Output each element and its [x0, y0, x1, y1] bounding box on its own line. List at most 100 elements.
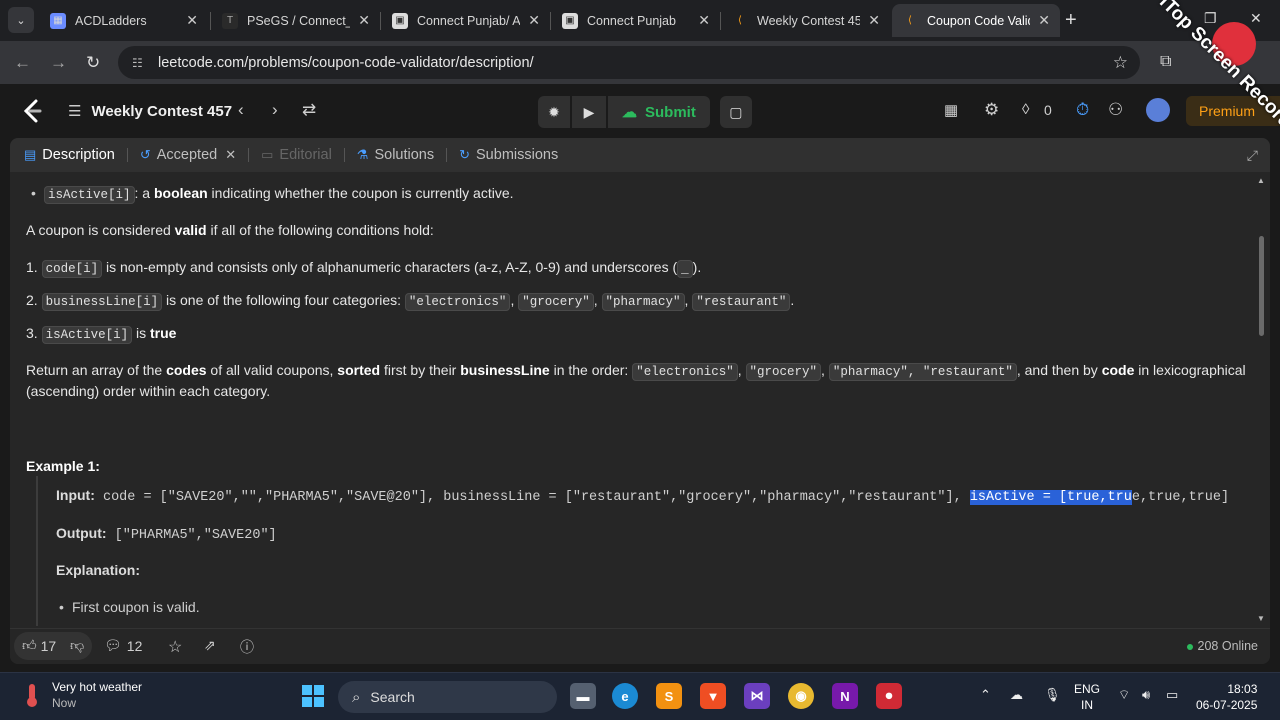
url-text[interactable]: leetcode.com/problems/coupon-code-valida… — [158, 55, 534, 71]
list-number: 1. — [26, 259, 38, 275]
text: : a — [134, 185, 154, 201]
comments-button[interactable]: 💬︎ 12 — [104, 637, 142, 654]
document-icon: ▤ — [24, 147, 37, 162]
submit-button[interactable]: ☁ Submit — [608, 96, 710, 128]
onenote-icon[interactable]: N — [832, 683, 858, 709]
inline-code: "electronics" — [404, 293, 511, 311]
tab-description[interactable]: ▤ Description — [10, 138, 123, 172]
text: in the order: — [549, 362, 633, 378]
site-icon: ▣ — [562, 12, 578, 29]
next-problem-icon[interactable]: › — [272, 100, 278, 120]
paragraph: Return an array of the codes of all vali… — [26, 362, 1246, 381]
bold-text: true — [149, 325, 177, 341]
onedrive-cloud-icon[interactable]: ☁ — [1010, 687, 1023, 703]
tab-solutions[interactable]: ⚗ Solutions — [349, 138, 442, 172]
tab-editorial[interactable]: ▭ Editorial — [253, 138, 340, 172]
tab-submissions[interactable]: ↻ Submissions — [451, 138, 566, 172]
help-icon[interactable]: ⓘ — [240, 637, 254, 657]
scroll-up-icon[interactable]: ▲ — [1257, 176, 1265, 185]
restore-window-icon[interactable]: ❐ — [1204, 10, 1217, 27]
forward-icon[interactable]: → — [50, 53, 67, 73]
condition-item: 3. isActive[i] is true — [26, 325, 177, 344]
close-tab-icon[interactable]: ✕ — [528, 12, 540, 29]
browser-tab-active[interactable]: ⟨ Coupon Code Valid ✕ — [892, 4, 1060, 37]
windows-start-icon[interactable] — [300, 683, 326, 709]
scrollbar-thumb[interactable] — [1259, 236, 1264, 336]
like-button[interactable]: 👍︎ 17 — [22, 637, 56, 654]
edge-icon[interactable]: e — [612, 683, 638, 709]
browser-tab[interactable]: ▣ Connect Punjab/ A ✕ — [382, 4, 550, 37]
problem-list-link[interactable]: ☰ Weekly Contest 457 — [68, 102, 232, 121]
back-icon[interactable]: ← — [14, 53, 31, 73]
screen-recorder-icon[interactable]: ⏺ — [876, 683, 902, 709]
site-icon: ▣ — [392, 12, 408, 29]
browser-tab[interactable]: T PSeGS / Connect_I ✕ — [212, 4, 380, 37]
taskbar-search[interactable]: ⌕ Search — [338, 681, 557, 713]
tab-search-button[interactable]: ⌄ — [8, 7, 34, 33]
region-code: IN — [1081, 698, 1093, 712]
text: , and then by — [1016, 362, 1102, 378]
leetcode-logo-icon[interactable] — [22, 99, 44, 123]
brave-icon[interactable]: ▼ — [700, 683, 726, 709]
scroll-down-icon[interactable]: ▼ — [1257, 614, 1265, 623]
microphone-icon[interactable]: 🎙︎ — [1044, 687, 1061, 703]
list-number: 3. — [26, 325, 38, 341]
inline-code: "grocery" — [518, 293, 594, 311]
close-tab-icon[interactable]: ✕ — [698, 12, 710, 29]
wifi-icon[interactable]: ⌔ — [1118, 687, 1130, 703]
calendar-icon: ▦ — [50, 12, 66, 29]
tab-title: PSeGS / Connect_I — [247, 13, 351, 28]
sublime-text-icon[interactable]: S — [656, 683, 682, 709]
favorite-star-icon[interactable]: ☆ — [168, 637, 182, 657]
volume-icon[interactable]: 🔊︎ — [1142, 687, 1150, 703]
url-bar[interactable]: ☷ leetcode.com/problems/coupon-code-vali… — [118, 46, 1140, 79]
close-window-icon[interactable]: ✕ — [1250, 10, 1262, 27]
reload-icon[interactable]: ↻ — [86, 53, 100, 73]
notes-icon[interactable]: ▢ — [719, 96, 752, 128]
panel-tabs: ▤ Description ↺ Accepted ✕ ▭ Editorial ⚗… — [10, 138, 1270, 172]
comment-icon: 💬︎ — [104, 637, 122, 653]
browser-tab[interactable]: ▣ Connect Punjab ✕ — [552, 4, 720, 37]
close-tab-icon[interactable]: ✕ — [186, 12, 198, 29]
prev-problem-icon[interactable]: ‹ — [238, 100, 244, 120]
battery-icon[interactable]: ▭ — [1166, 687, 1178, 703]
visual-studio-icon[interactable]: ⋈ — [744, 683, 770, 709]
expand-panel-icon[interactable]: ⤢ — [1247, 147, 1258, 164]
tab-separator — [720, 12, 721, 30]
condition-item: 2. businessLine[i] is one of the followi… — [26, 292, 795, 311]
settings-gear-icon[interactable]: ⚙ — [984, 100, 999, 120]
browser-tab[interactable]: ▦ ACDLadders ✕ — [40, 4, 208, 37]
close-tab-icon[interactable]: ✕ — [358, 12, 370, 29]
debug-icon[interactable]: ✹ — [538, 96, 570, 128]
run-icon[interactable]: ▶ — [572, 96, 606, 128]
system-clock[interactable]: 18:03 06-07-2025 — [1196, 681, 1257, 713]
weather-widget[interactable]: Very hot weather Now — [20, 680, 142, 710]
site-info-icon[interactable]: ☷ — [132, 56, 146, 70]
text: first by their — [380, 362, 461, 378]
new-tab-button[interactable]: + — [1065, 9, 1077, 32]
selected-text: isActive = [true,tru — [969, 490, 1132, 505]
search-icon: ⌕ — [352, 688, 361, 706]
inline-code: _ — [677, 260, 693, 278]
contest-title[interactable]: Weekly Contest 457 — [91, 103, 232, 120]
file-explorer-icon[interactable]: ▬ — [570, 683, 596, 709]
flask-icon: ⚗ — [356, 147, 369, 162]
tab-divider — [343, 148, 345, 162]
close-tab-icon[interactable]: ✕ — [1038, 12, 1050, 29]
online-label: 208 Online — [1197, 639, 1258, 653]
close-tab-icon[interactable]: ✕ — [225, 147, 236, 163]
shuffle-icon[interactable]: ⇄ — [302, 100, 316, 120]
browser-tab-strip: ⌄ ▦ ACDLadders ✕ T PSeGS / Connect_I ✕ ▣… — [0, 0, 1280, 41]
streak-flame-icon[interactable]: ◊ — [1022, 101, 1029, 118]
dislike-button[interactable]: 👎︎ — [70, 637, 84, 654]
layout-icon[interactable]: ▦ — [944, 101, 958, 119]
chrome-icon[interactable]: ◉ — [788, 683, 814, 709]
inline-code: "pharmacy" — [601, 293, 685, 311]
language-indicator[interactable]: ENG IN — [1074, 681, 1100, 713]
clock-date: 06-07-2025 — [1196, 698, 1258, 712]
browser-tab[interactable]: ⟨ Weekly Contest 45 ✕ — [722, 4, 890, 37]
tab-accepted[interactable]: ↺ Accepted ✕ — [132, 138, 244, 172]
show-hidden-icons-icon[interactable]: ⌃ — [980, 687, 991, 703]
share-icon[interactable]: ⇗ — [204, 637, 216, 654]
close-tab-icon[interactable]: ✕ — [868, 12, 880, 29]
